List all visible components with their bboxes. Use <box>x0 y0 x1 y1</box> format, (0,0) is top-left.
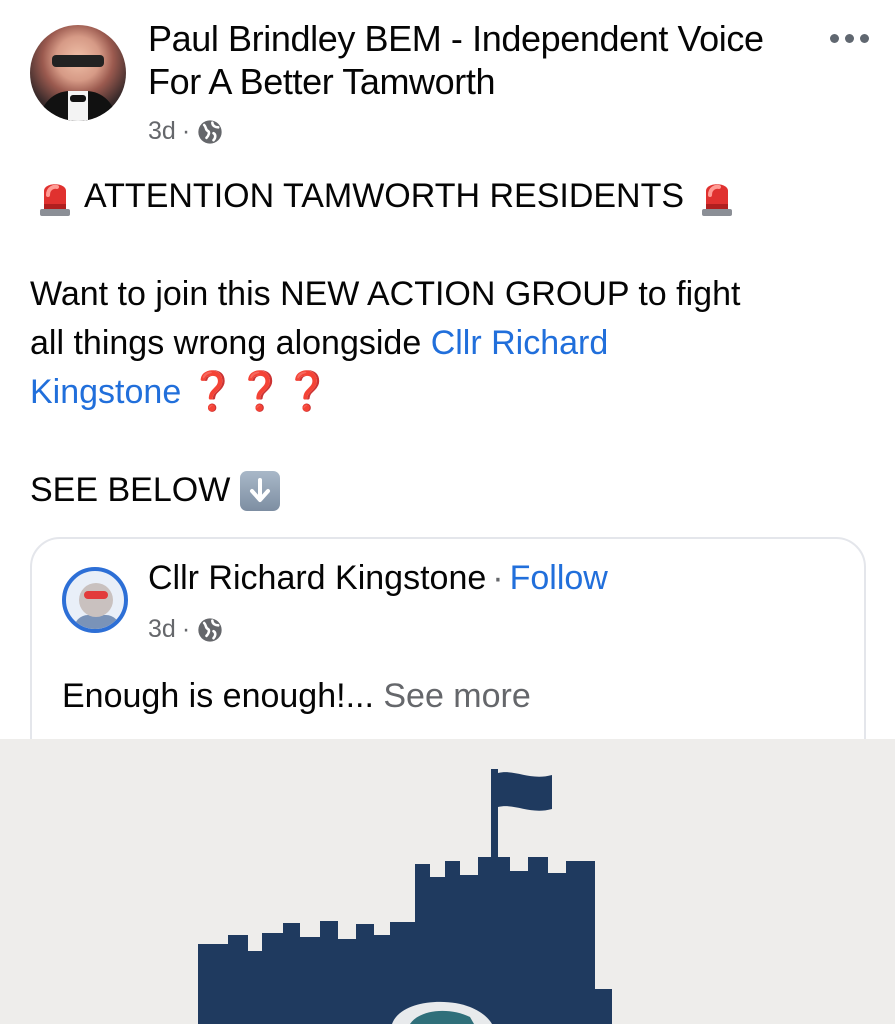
avatar-bow-tie <box>70 95 86 102</box>
post-line-alongside: all things wrong alongside Cllr Richard <box>30 319 870 368</box>
globe-icon <box>198 119 222 144</box>
police-light-icon <box>702 183 733 216</box>
join-text: Want to join this NEW ACTION GROUP to fi… <box>30 275 741 313</box>
see-below-text: SEE BELOW <box>30 471 231 509</box>
shared-post-text: Enough is enough!... See more <box>62 677 531 716</box>
shared-author-line: Cllr Richard Kingstone · Follow <box>148 559 608 598</box>
castle-logo-icon <box>198 769 612 1024</box>
avatar-glasses <box>52 55 104 67</box>
post-line-see-below: SEE BELOW <box>30 466 870 515</box>
police-light-icon <box>40 183 70 216</box>
post-body: ATTENTION TAMWORTH RESIDENTS Want to joi… <box>30 172 870 515</box>
shared-text-body: Enough is enough!... <box>62 677 384 715</box>
shared-meta: 3d · <box>148 615 224 644</box>
author-name[interactable]: Paul Brindley BEM - Independent Voice Fo… <box>148 17 788 103</box>
shared-meta-separator: · <box>181 615 191 643</box>
more-options-icon[interactable] <box>830 34 869 43</box>
post-time[interactable]: 3d <box>148 117 176 146</box>
globe-icon <box>198 617 222 642</box>
shared-time[interactable]: 3d <box>148 615 176 644</box>
post-line-mention: Kingstone ❓❓❓ <box>30 368 870 417</box>
attention-text: ATTENTION TAMWORTH RESIDENTS <box>84 177 685 215</box>
down-arrow-icon <box>240 470 281 511</box>
post-meta: 3d · <box>148 117 224 146</box>
follow-button[interactable]: Follow <box>510 559 608 597</box>
avatar-body <box>74 615 120 629</box>
question-marks: ❓❓❓ <box>189 371 332 413</box>
shared-post-image[interactable] <box>0 739 895 1024</box>
name-separator: · <box>492 559 504 597</box>
mention-link-part1[interactable]: Cllr Richard <box>431 319 609 368</box>
shared-author-name[interactable]: Cllr Richard Kingstone <box>148 559 486 597</box>
avatar-face <box>79 583 113 617</box>
see-more-link[interactable]: See more <box>383 677 530 715</box>
mention-link-part2[interactable]: Kingstone <box>30 368 181 417</box>
shared-author-avatar[interactable] <box>62 567 128 633</box>
author-avatar[interactable] <box>30 25 126 121</box>
post-line-join: Want to join this NEW ACTION GROUP to fi… <box>30 270 870 319</box>
meta-separator: · <box>181 117 191 145</box>
post-header: Paul Brindley BEM - Independent Voice Fo… <box>0 0 895 160</box>
post-line-attention: ATTENTION TAMWORTH RESIDENTS <box>30 172 870 221</box>
avatar-eyes <box>84 591 108 599</box>
alongside-text: all things wrong alongside <box>30 324 431 362</box>
